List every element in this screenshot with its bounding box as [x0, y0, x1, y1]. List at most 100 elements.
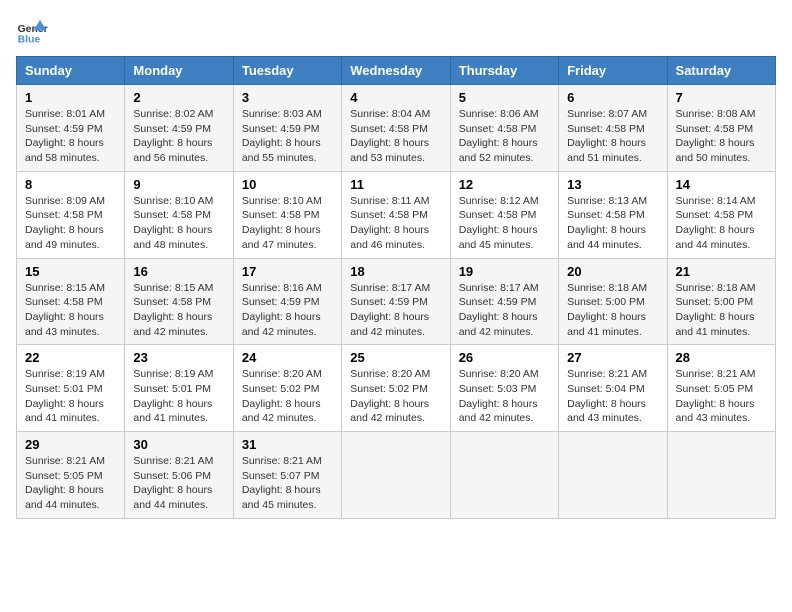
day-number: 20: [567, 264, 658, 279]
day-number: 9: [133, 177, 224, 192]
calendar-cell: 2 Sunrise: 8:02 AMSunset: 4:59 PMDaylight…: [125, 85, 233, 172]
day-number: 1: [25, 90, 116, 105]
day-number: 27: [567, 350, 658, 365]
calendar-cell: 30 Sunrise: 8:21 AMSunset: 5:06 PMDayligh…: [125, 432, 233, 519]
calendar-cell: 21 Sunrise: 8:18 AMSunset: 5:00 PMDayligh…: [667, 258, 775, 345]
day-info: Sunrise: 8:21 AMSunset: 5:04 PMDaylight:…: [567, 368, 647, 424]
day-number: 21: [676, 264, 767, 279]
day-info: Sunrise: 8:10 AMSunset: 4:58 PMDaylight:…: [242, 195, 322, 251]
calendar-cell: 6 Sunrise: 8:07 AMSunset: 4:58 PMDaylight…: [559, 85, 667, 172]
day-number: 11: [350, 177, 441, 192]
day-info: Sunrise: 8:18 AMSunset: 5:00 PMDaylight:…: [676, 282, 756, 338]
day-info: Sunrise: 8:03 AMSunset: 4:59 PMDaylight:…: [242, 108, 322, 164]
calendar-cell: 17 Sunrise: 8:16 AMSunset: 4:59 PMDayligh…: [233, 258, 341, 345]
calendar-cell: [667, 432, 775, 519]
day-info: Sunrise: 8:11 AMSunset: 4:58 PMDaylight:…: [350, 195, 429, 251]
column-headers-row: SundayMondayTuesdayWednesdayThursdayFrid…: [17, 57, 776, 85]
week-row-1: 1 Sunrise: 8:01 AMSunset: 4:59 PMDaylight…: [17, 85, 776, 172]
week-row-4: 22 Sunrise: 8:19 AMSunset: 5:01 PMDayligh…: [17, 345, 776, 432]
day-number: 8: [25, 177, 116, 192]
calendar-cell: 18 Sunrise: 8:17 AMSunset: 4:59 PMDayligh…: [342, 258, 450, 345]
calendar-cell: 23 Sunrise: 8:19 AMSunset: 5:01 PMDayligh…: [125, 345, 233, 432]
day-info: Sunrise: 8:07 AMSunset: 4:58 PMDaylight:…: [567, 108, 647, 164]
logo: General Blue: [16, 16, 48, 48]
calendar-cell: 7Sunrise: 8:08 AMSunset: 4:58 PMDaylight…: [667, 85, 775, 172]
day-number: 24: [242, 350, 333, 365]
day-number: 17: [242, 264, 333, 279]
calendar-cell: [450, 432, 558, 519]
calendar-cell: 20Sunrise: 8:18 AMSunset: 5:00 PMDayligh…: [559, 258, 667, 345]
day-info: Sunrise: 8:15 AMSunset: 4:58 PMDaylight:…: [133, 282, 213, 338]
calendar-cell: 16 Sunrise: 8:15 AMSunset: 4:58 PMDayligh…: [125, 258, 233, 345]
calendar-cell: 22 Sunrise: 8:19 AMSunset: 5:01 PMDayligh…: [17, 345, 125, 432]
calendar-cell: 31 Sunrise: 8:21 AMSunset: 5:07 PMDayligh…: [233, 432, 341, 519]
header: General Blue: [16, 16, 776, 48]
column-header-thursday: Thursday: [450, 57, 558, 85]
calendar-cell: 29Sunrise: 8:21 AMSunset: 5:05 PMDayligh…: [17, 432, 125, 519]
day-number: 22: [25, 350, 116, 365]
week-row-5: 29Sunrise: 8:21 AMSunset: 5:05 PMDayligh…: [17, 432, 776, 519]
day-number: 4: [350, 90, 441, 105]
day-info: Sunrise: 8:02 AMSunset: 4:59 PMDaylight:…: [133, 108, 213, 164]
day-info: Sunrise: 8:16 AMSunset: 4:59 PMDaylight:…: [242, 282, 322, 338]
calendar-cell: 27 Sunrise: 8:21 AMSunset: 5:04 PMDayligh…: [559, 345, 667, 432]
day-info: Sunrise: 8:21 AMSunset: 5:07 PMDaylight:…: [242, 455, 322, 511]
day-number: 15: [25, 264, 116, 279]
logo-icon: General Blue: [16, 16, 48, 48]
day-number: 5: [459, 90, 550, 105]
column-header-sunday: Sunday: [17, 57, 125, 85]
day-number: 12: [459, 177, 550, 192]
day-number: 6: [567, 90, 658, 105]
day-number: 28: [676, 350, 767, 365]
calendar-cell: 12Sunrise: 8:12 AMSunset: 4:58 PMDayligh…: [450, 171, 558, 258]
calendar-cell: 24Sunrise: 8:20 AMSunset: 5:02 PMDayligh…: [233, 345, 341, 432]
day-info: Sunrise: 8:15 AMSunset: 4:58 PMDaylight:…: [25, 282, 105, 338]
calendar-cell: 9 Sunrise: 8:10 AMSunset: 4:58 PMDaylight…: [125, 171, 233, 258]
day-number: 2: [133, 90, 224, 105]
day-number: 26: [459, 350, 550, 365]
day-info: Sunrise: 8:01 AMSunset: 4:59 PMDaylight:…: [25, 108, 105, 164]
column-header-saturday: Saturday: [667, 57, 775, 85]
calendar-cell: 25 Sunrise: 8:20 AMSunset: 5:02 PMDayligh…: [342, 345, 450, 432]
calendar-cell: 28 Sunrise: 8:21 AMSunset: 5:05 PMDayligh…: [667, 345, 775, 432]
week-row-2: 8 Sunrise: 8:09 AMSunset: 4:58 PMDaylight…: [17, 171, 776, 258]
calendar-cell: 15 Sunrise: 8:15 AMSunset: 4:58 PMDayligh…: [17, 258, 125, 345]
calendar-cell: 4 Sunrise: 8:04 AMSunset: 4:58 PMDaylight…: [342, 85, 450, 172]
day-info: Sunrise: 8:06 AMSunset: 4:58 PMDaylight:…: [459, 108, 539, 164]
calendar-cell: [342, 432, 450, 519]
day-info: Sunrise: 8:17 AMSunset: 4:59 PMDaylight:…: [350, 282, 430, 338]
calendar-cell: 19Sunrise: 8:17 AMSunset: 4:59 PMDayligh…: [450, 258, 558, 345]
day-number: 19: [459, 264, 550, 279]
day-info: Sunrise: 8:10 AMSunset: 4:58 PMDaylight:…: [133, 195, 213, 251]
calendar-cell: 8 Sunrise: 8:09 AMSunset: 4:58 PMDaylight…: [17, 171, 125, 258]
day-info: Sunrise: 8:08 AMSunset: 4:58 PMDaylight:…: [676, 108, 756, 164]
day-info: Sunrise: 8:13 AMSunset: 4:58 PMDaylight:…: [567, 195, 647, 251]
day-number: 30: [133, 437, 224, 452]
day-number: 31: [242, 437, 333, 452]
column-header-friday: Friday: [559, 57, 667, 85]
day-number: 14: [676, 177, 767, 192]
day-info: Sunrise: 8:09 AMSunset: 4:58 PMDaylight:…: [25, 195, 105, 251]
day-number: 18: [350, 264, 441, 279]
day-number: 25: [350, 350, 441, 365]
calendar-cell: 3 Sunrise: 8:03 AMSunset: 4:59 PMDaylight…: [233, 85, 341, 172]
calendar-cell: 10 Sunrise: 8:10 AMSunset: 4:58 PMDayligh…: [233, 171, 341, 258]
day-info: Sunrise: 8:04 AMSunset: 4:58 PMDaylight:…: [350, 108, 430, 164]
calendar-cell: 5 Sunrise: 8:06 AMSunset: 4:58 PMDaylight…: [450, 85, 558, 172]
column-header-monday: Monday: [125, 57, 233, 85]
day-info: Sunrise: 8:19 AMSunset: 5:01 PMDaylight:…: [25, 368, 105, 424]
calendar-cell: [559, 432, 667, 519]
day-number: 23: [133, 350, 224, 365]
day-info: Sunrise: 8:19 AMSunset: 5:01 PMDaylight:…: [133, 368, 213, 424]
day-info: Sunrise: 8:20 AMSunset: 5:02 PMDaylight:…: [350, 368, 430, 424]
calendar-cell: 14 Sunrise: 8:14 AMSunset: 4:58 PMDayligh…: [667, 171, 775, 258]
day-info: Sunrise: 8:21 AMSunset: 5:05 PMDaylight:…: [25, 455, 105, 511]
day-number: 16: [133, 264, 224, 279]
day-number: 10: [242, 177, 333, 192]
day-info: Sunrise: 8:14 AMSunset: 4:58 PMDaylight:…: [676, 195, 756, 251]
day-number: 13: [567, 177, 658, 192]
day-info: Sunrise: 8:21 AMSunset: 5:06 PMDaylight:…: [133, 455, 213, 511]
day-number: 3: [242, 90, 333, 105]
column-header-tuesday: Tuesday: [233, 57, 341, 85]
day-info: Sunrise: 8:21 AMSunset: 5:05 PMDaylight:…: [676, 368, 756, 424]
